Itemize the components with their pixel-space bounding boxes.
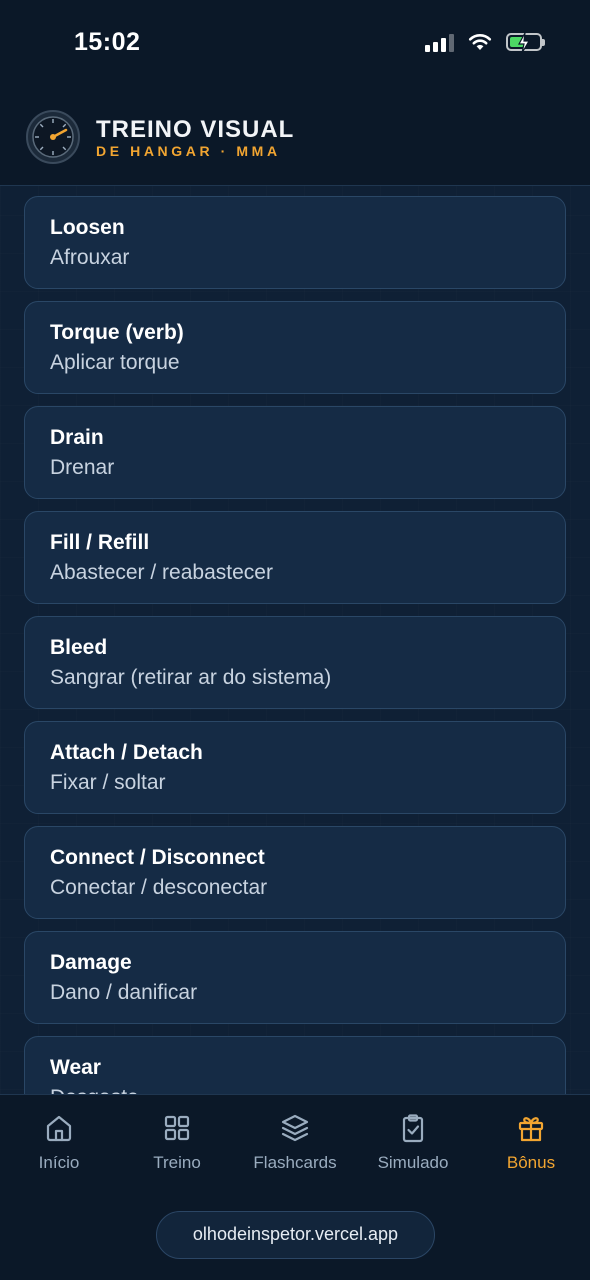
vocab-card[interactable]: Loosen Afrouxar (24, 196, 566, 289)
gauge-logo-icon (26, 110, 80, 164)
grid-icon (164, 1115, 190, 1141)
clipboard-check-icon (402, 1114, 424, 1143)
card-term: Bleed (50, 636, 108, 659)
card-term: Wear (50, 1056, 101, 1079)
vocabulary-list: Loosen Afrouxar Torque (verb) Aplicar to… (0, 186, 590, 1094)
nav-item-flashcards[interactable]: Flashcards (236, 1113, 354, 1173)
card-term: Connect / Disconnect (50, 846, 265, 869)
nav-label: Simulado (377, 1153, 449, 1172)
app-header: TREINO VISUAL DE HANGAR · MMA (0, 88, 590, 186)
cellular-signal-icon (425, 32, 454, 52)
status-icons (425, 32, 545, 54)
vocab-card[interactable]: Connect / Disconnect Conectar / desconec… (24, 826, 566, 919)
nav-label: Flashcards (253, 1153, 337, 1172)
nav-label: Treino (153, 1153, 201, 1172)
card-translation: Dano / danificar (50, 981, 198, 1004)
vocab-card[interactable]: Damage Dano / danificar (24, 931, 566, 1024)
wifi-icon (468, 34, 492, 50)
status-time: 15:02 (74, 28, 141, 56)
layers-icon (281, 1114, 309, 1142)
card-translation: Afrouxar (50, 246, 130, 269)
card-translation: Desgaste (50, 1086, 139, 1094)
card-term: Damage (50, 951, 132, 974)
vocab-card[interactable]: Wear Desgaste (24, 1036, 566, 1094)
card-translation: Aplicar torque (50, 351, 180, 374)
brand-title: TREINO VISUAL (96, 116, 295, 143)
nav-item-inicio[interactable]: Início (0, 1113, 118, 1173)
card-translation: Abastecer / reabastecer (50, 561, 273, 584)
nav-item-treino[interactable]: Treino (118, 1113, 236, 1173)
vocab-card[interactable]: Bleed Sangrar (retirar ar do sistema) (24, 616, 566, 709)
gift-icon (518, 1117, 544, 1142)
card-term: Attach / Detach (50, 741, 203, 764)
nav-label: Bônus (506, 1153, 556, 1172)
card-term: Loosen (50, 216, 125, 239)
nav-item-simulado[interactable]: Simulado (354, 1113, 472, 1173)
vocab-card[interactable]: Attach / Detach Fixar / soltar (24, 721, 566, 814)
home-icon (46, 1115, 72, 1142)
nav-item-bonus[interactable]: Bônus (472, 1113, 590, 1173)
card-translation: Conectar / desconectar (50, 876, 268, 899)
card-term: Fill / Refill (50, 531, 150, 554)
browser-url-bar[interactable]: olhodeinspetor.vercel.app (156, 1211, 435, 1259)
brand-subtitle: DE HANGAR · MMA (96, 143, 281, 159)
nav-label: Início (38, 1153, 80, 1172)
bottom-nav: Início Treino Flashcards Simulado Bônus … (0, 1094, 590, 1280)
status-bar: 15:02 (0, 0, 590, 88)
battery-icon (506, 32, 545, 54)
vocab-card[interactable]: Torque (verb) Aplicar torque (24, 301, 566, 394)
card-term: Drain (50, 426, 104, 449)
vocab-card[interactable]: Fill / Refill Abastecer / reabastecer (24, 511, 566, 604)
card-translation: Drenar (50, 456, 115, 479)
card-translation: Sangrar (retirar ar do sistema) (50, 666, 332, 689)
card-translation: Fixar / soltar (50, 771, 166, 794)
app-screen: 15:02 TREINO VISUAL DE HANGAR · MMA Loos… (0, 0, 590, 1280)
vocab-card[interactable]: Drain Drenar (24, 406, 566, 499)
card-term: Torque (verb) (50, 321, 184, 344)
